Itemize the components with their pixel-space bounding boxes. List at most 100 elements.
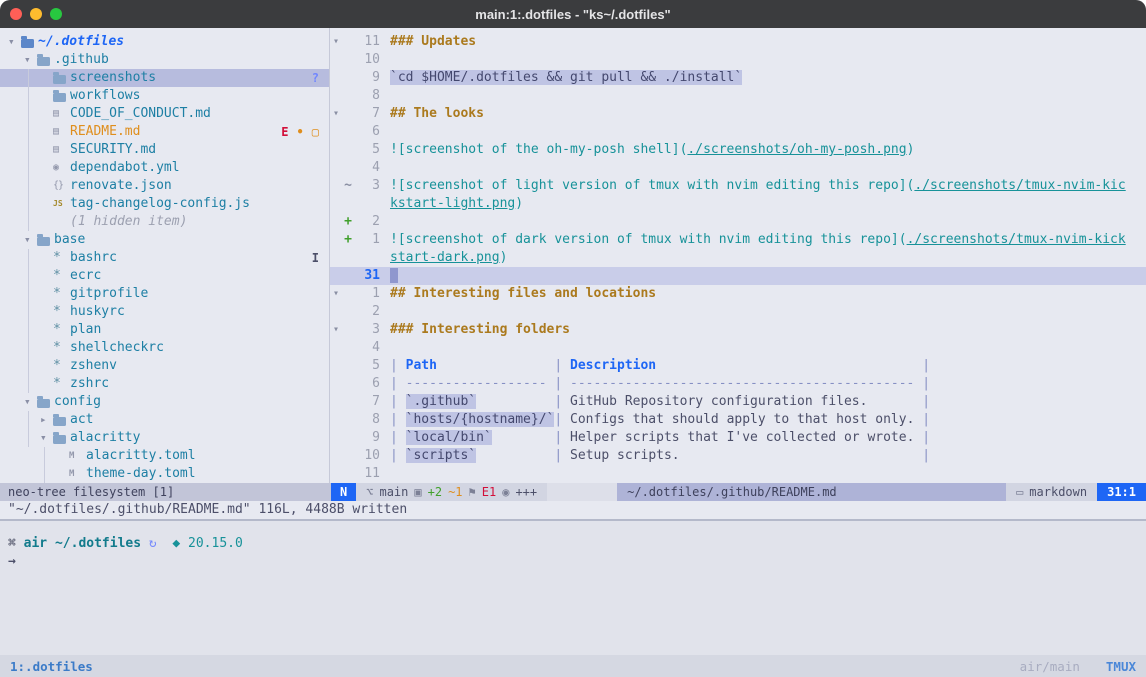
folder-icon [37, 55, 54, 66]
diff-modified: ~1 [448, 483, 462, 501]
chevron-down-icon[interactable]: ▾ [24, 51, 37, 69]
line-number: 8 [354, 411, 380, 429]
line-text: | `hosts/{hostname}/`| Configs that shou… [390, 411, 930, 429]
tree-item-ecrc[interactable]: *ecrc [0, 267, 329, 285]
tree-item-base[interactable]: ▾ base [0, 231, 329, 249]
folder-icon [53, 433, 70, 444]
editor-line[interactable]: start-dark.png) [330, 249, 1146, 267]
editor-line[interactable]: 2 [330, 303, 1146, 321]
tree-item-tag-changelog-config.js[interactable]: JStag-changelog-config.js [0, 195, 329, 213]
editor-line[interactable]: 4 [330, 159, 1146, 177]
editor-line[interactable]: 8 | `hosts/{hostname}/`| Configs that sho… [330, 411, 1146, 429]
folder-icon [53, 73, 70, 84]
tree-item-alacritty[interactable]: ▾alacritty [0, 429, 329, 447]
tree-item-~-.dotfiles[interactable]: ▾~/.dotfiles [0, 33, 329, 51]
tree-item-label: zshrc [70, 375, 109, 393]
tree-item-huskyrc[interactable]: *huskyrc [0, 303, 329, 321]
tree-item-renovate.json[interactable]: {}renovate.json [0, 177, 329, 195]
tree-item-code_of_conduct.md[interactable]: ▤CODE_OF_CONDUCT.md [0, 105, 329, 123]
editor-line[interactable]: 5| Path | Description | [330, 357, 1146, 375]
editor-line[interactable]: 10| `scripts` | Setup scripts. | [330, 447, 1146, 465]
line-number: 2 [354, 213, 380, 231]
indent-guide [8, 141, 40, 159]
editor-line[interactable]: ▾ 1## Interesting files and locations [330, 285, 1146, 303]
editor-line[interactable]: 10 [330, 51, 1146, 69]
nvim-main-area: ▾~/.dotfiles▾.githubscreenshots?workflow… [0, 28, 1146, 483]
line-text: ### Updates [390, 33, 476, 51]
editor-line[interactable]: kstart-light.png) [330, 195, 1146, 213]
tree-item-label: renovate.json [70, 177, 172, 195]
editor-line[interactable]: +1![screenshot of dark version of tmux w… [330, 231, 1146, 249]
tree-item-label: README.md [70, 123, 140, 141]
editor-line[interactable]: 9| `local/bin` | Helper scripts that I'v… [330, 429, 1146, 447]
tree-item-theme-day.toml[interactable]: Mtheme-day.toml [0, 465, 329, 483]
editor-pane[interactable]: ▾ 11 ### Updates 10 9`cd $HOME/.dotfiles … [330, 28, 1146, 483]
git-sign: + [342, 231, 354, 249]
editor-line[interactable]: 5![screenshot of the oh-my-posh shell](.… [330, 141, 1146, 159]
fold-marker-icon[interactable]: ▾ [330, 33, 342, 51]
line-number: 11 [354, 33, 380, 51]
file-file-icon: ▤ [53, 105, 70, 123]
sign-column [342, 465, 354, 483]
editor-line[interactable]: 7| `.github` | GitHub Repository configu… [330, 393, 1146, 411]
editor-line[interactable]: 8 [330, 87, 1146, 105]
line-text [390, 267, 398, 285]
star-file-icon: * [53, 267, 70, 285]
line-text: ![screenshot of light version of tmux wi… [390, 177, 1126, 195]
editor-line[interactable]: 6| ------------------ | ----------------… [330, 375, 1146, 393]
tree-item-zshenv[interactable]: *zshenv [0, 357, 329, 375]
tree-item-workflows[interactable]: workflows [0, 87, 329, 105]
tree-item-readme.md[interactable]: ▤README.mdE•▢ [0, 123, 329, 141]
tree-item-plan[interactable]: *plan [0, 321, 329, 339]
tree-item-shellcheckrc[interactable]: *shellcheckrc [0, 339, 329, 357]
tree-item-bashrc[interactable]: *bashrcI [0, 249, 329, 267]
fold-column [330, 141, 342, 159]
apple-icon: ⌘ [8, 536, 24, 551]
line-text: ![screenshot of the oh-my-posh shell](./… [390, 141, 914, 159]
fold-marker-icon[interactable]: ▾ [330, 285, 342, 303]
sign-column [342, 285, 354, 303]
tmux-right-status: air/main TMUX [1020, 659, 1136, 674]
fold-column [330, 357, 342, 375]
tree-item-label: zshenv [70, 357, 117, 375]
tree-item-label: theme-day.toml [86, 465, 196, 483]
tree-item-label: base [54, 231, 85, 249]
editor-line[interactable]: ▾ 11 ### Updates [330, 33, 1146, 51]
tree-item-gitprofile[interactable]: *gitprofile [0, 285, 329, 303]
indent-guide [8, 177, 40, 195]
editor-line[interactable]: 4 [330, 339, 1146, 357]
indent-guide [8, 375, 40, 393]
tree-item-.github[interactable]: ▾.github [0, 51, 329, 69]
shell-pane[interactable]: ⌘ air ~/.dotfiles ↻ ◆ 20.15.0 → [0, 521, 1146, 655]
chevron-down-icon[interactable]: ▾ [24, 393, 37, 411]
tree-item-zshrc[interactable]: *zshrc [0, 375, 329, 393]
prompt-input-line[interactable]: → [8, 553, 1146, 571]
editor-line[interactable]: +2 [330, 213, 1146, 231]
editor-line[interactable]: ▾ 7## The looks [330, 105, 1146, 123]
sign-column [342, 195, 354, 213]
diagnostics-errors: E1 [482, 483, 496, 501]
editor-line[interactable]: 6 [330, 123, 1146, 141]
tree-item-security.md[interactable]: ▤SECURITY.md [0, 141, 329, 159]
chevron-down-icon[interactable]: ▾ [24, 231, 37, 249]
tree-item-config[interactable]: ▾config [0, 393, 329, 411]
fold-marker-icon[interactable]: ▾ [330, 321, 342, 339]
editor-line[interactable]: 11 [330, 465, 1146, 483]
fold-marker-icon[interactable]: ▾ [330, 105, 342, 123]
json-file-icon: {} [53, 177, 70, 195]
folder-icon [21, 39, 34, 48]
tree-item--1-hidden-item-[interactable]: (1 hidden item) [0, 213, 329, 231]
tree-item-alacritty.toml[interactable]: Malacritty.toml [0, 447, 329, 465]
tmux-window-name[interactable]: 1:.dotfiles [10, 659, 93, 674]
tree-item-act[interactable]: ▸act [0, 411, 329, 429]
editor-line[interactable]: ▾ 3### Interesting folders [330, 321, 1146, 339]
chevron-down-icon[interactable]: ▾ [40, 429, 53, 447]
editor-line[interactable]: 9`cd $HOME/.dotfiles && git pull && ./in… [330, 69, 1146, 87]
tree-item-screenshots[interactable]: screenshots? [0, 69, 329, 87]
editor-cursor-line[interactable]: 31 [330, 267, 1146, 285]
chevron-down-icon[interactable]: ▾ [8, 33, 21, 51]
tmux-status-bar: 1:.dotfiles air/main TMUX [0, 655, 1146, 677]
chevron-right-icon[interactable]: ▸ [40, 411, 53, 429]
tree-item-dependabot.yml[interactable]: ◉dependabot.yml [0, 159, 329, 177]
editor-line[interactable]: ~3![screenshot of light version of tmux … [330, 177, 1146, 195]
